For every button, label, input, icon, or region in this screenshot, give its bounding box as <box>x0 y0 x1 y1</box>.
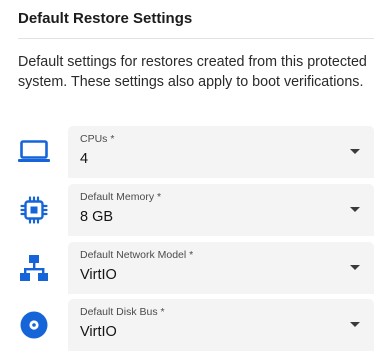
memory-row: Default Memory * 8 GB <box>0 184 392 236</box>
default-network-model-value: VirtIO <box>80 267 117 283</box>
disk-icon <box>16 307 52 343</box>
default-memory-value: 8 GB <box>80 209 114 225</box>
section-description: Default settings for restores created fr… <box>18 54 367 90</box>
network-hierarchy-icon <box>16 250 52 286</box>
laptop-icon <box>16 134 52 170</box>
memory-chip-icon <box>16 192 52 228</box>
default-memory-label: Default Memory * <box>80 191 162 203</box>
default-network-model-select[interactable]: Default Network Model * VirtIO <box>68 242 374 294</box>
section-title: Default Restore Settings <box>18 10 193 27</box>
default-memory-select[interactable]: Default Memory * 8 GB <box>68 184 374 236</box>
default-disk-bus-value: VirtIO <box>80 324 117 340</box>
default-restore-settings-panel: Default Restore Settings Default setting… <box>0 0 392 354</box>
divider <box>18 38 374 39</box>
cpus-label: CPUs * <box>80 133 115 145</box>
default-network-model-label: Default Network Model * <box>80 249 194 261</box>
chevron-down-icon[interactable] <box>350 322 360 327</box>
chevron-down-icon[interactable] <box>350 207 360 212</box>
default-disk-bus-label: Default Disk Bus * <box>80 306 165 318</box>
cpus-select[interactable]: CPUs * 4 <box>68 126 374 178</box>
default-disk-bus-select[interactable]: Default Disk Bus * VirtIO <box>68 299 374 351</box>
disk-bus-row: Default Disk Bus * VirtIO <box>0 299 392 351</box>
network-model-row: Default Network Model * VirtIO <box>0 242 392 294</box>
chevron-down-icon[interactable] <box>350 265 360 270</box>
chevron-down-icon[interactable] <box>350 149 360 154</box>
cpus-value: 4 <box>80 151 89 167</box>
cpus-row: CPUs * 4 <box>0 126 392 178</box>
